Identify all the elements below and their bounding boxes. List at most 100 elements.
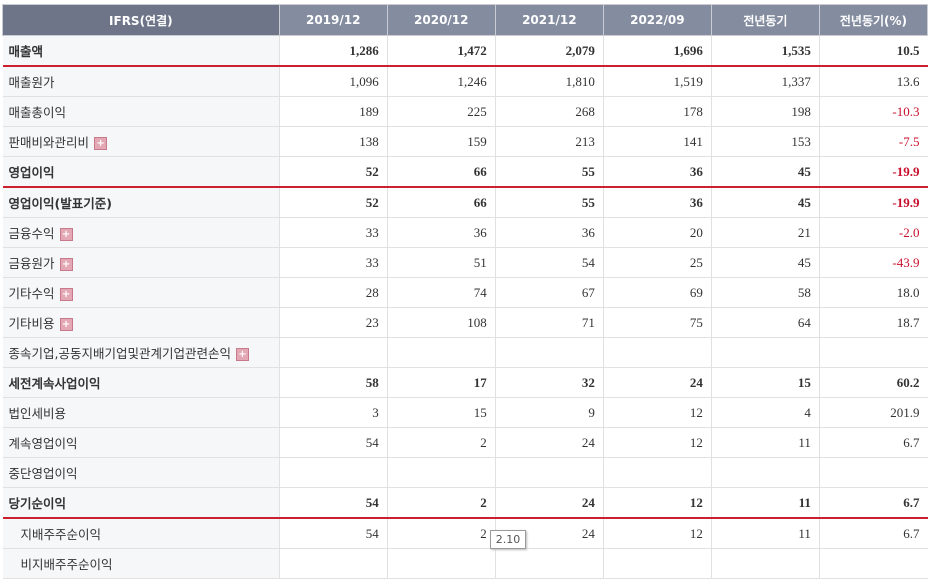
value-cell: 189 xyxy=(278,96,388,127)
value-cell: 33 xyxy=(278,217,388,248)
row-label-text: 세전계속사업이익 xyxy=(8,376,101,391)
header-col-2020-12: 2020/12 xyxy=(386,4,496,36)
value-cell xyxy=(602,548,712,579)
table-row: 금융원가 +33 51 54 25 45 -43.9 xyxy=(2,247,928,278)
value-cell: 213 xyxy=(494,126,604,157)
table-row: 기타수익 +28 74 67 69 58 18.0 xyxy=(2,277,928,308)
value-cell: 2 xyxy=(386,487,496,519)
value-cell: 45 xyxy=(710,187,820,218)
value-cell: -10.3 xyxy=(818,96,928,127)
value-cell xyxy=(494,337,604,368)
value-cell: 33 xyxy=(278,247,388,278)
table-row: 법인세비용 3 15 9 12 4 201.9 xyxy=(2,397,928,428)
row-label: 매출액 xyxy=(2,35,280,67)
row-label: 중단영업이익 xyxy=(2,457,280,488)
value-cell: 36 xyxy=(602,156,712,188)
value-cell xyxy=(386,337,496,368)
expand-plus-icon[interactable]: + xyxy=(59,318,73,331)
value-cell: 2,079 xyxy=(494,35,604,67)
value-cell: 11 xyxy=(710,427,820,458)
value-cell: 11 xyxy=(710,518,820,549)
table-row: 기타비용 +23 108 71 75 64 18.7 xyxy=(2,307,928,338)
value-cell: -19.9 xyxy=(818,187,928,218)
value-cell: 71 xyxy=(494,307,604,338)
value-cell: 201.9 xyxy=(818,397,928,428)
value-cell: 54 xyxy=(278,518,388,549)
value-cell xyxy=(386,548,496,579)
table-row: 지배주주순이익 54 2 24 12 11 6.7 xyxy=(2,518,928,549)
value-cell xyxy=(710,457,820,488)
expand-plus-icon[interactable]: + xyxy=(59,228,73,241)
value-cell: 55 xyxy=(494,187,604,218)
value-cell: -7.5 xyxy=(818,126,928,157)
row-label-text: 기타수익 xyxy=(8,286,55,301)
value-cell: -2.0 xyxy=(818,217,928,248)
expand-plus-icon[interactable]: + xyxy=(235,348,249,361)
row-label-text: 영업이익(발표기준) xyxy=(8,196,112,211)
row-label-text: 중단영업이익 xyxy=(8,466,78,481)
value-cell: 198 xyxy=(710,96,820,127)
value-cell: 11 xyxy=(710,487,820,519)
expand-plus-icon[interactable]: + xyxy=(94,137,108,150)
value-cell: 6.7 xyxy=(818,487,928,519)
row-label: 영업이익 xyxy=(2,156,280,188)
value-cell xyxy=(818,457,928,488)
value-cell: 69 xyxy=(602,277,712,308)
value-cell: 20 xyxy=(602,217,712,248)
value-cell: 3 xyxy=(278,397,388,428)
value-cell: 1,246 xyxy=(386,66,496,97)
value-cell xyxy=(818,548,928,579)
value-cell: 67 xyxy=(494,277,604,308)
value-cell: 24 xyxy=(494,427,604,458)
value-cell: 54 xyxy=(278,427,388,458)
value-cell xyxy=(278,548,388,579)
table-row: 세전계속사업이익 58 17 32 24 15 60.2 xyxy=(2,367,928,398)
table-row: 종속기업,공동지배기업및관계기업관련손익 + xyxy=(2,337,928,368)
value-cell: 36 xyxy=(602,187,712,218)
value-cell: 52 xyxy=(278,187,388,218)
row-label: 매출원가 xyxy=(2,66,280,97)
value-cell: 55 xyxy=(494,156,604,188)
value-cell: 23 xyxy=(278,307,388,338)
value-cell: 66 xyxy=(386,187,496,218)
value-cell: 28 xyxy=(278,277,388,308)
value-cell: 60.2 xyxy=(818,367,928,398)
value-tooltip: 2.10 xyxy=(490,530,526,549)
table-row: 비지배주주순이익 xyxy=(2,548,928,579)
value-cell: 36 xyxy=(386,217,496,248)
row-label: 세전계속사업이익 xyxy=(2,367,280,398)
row-label-text: 계속영업이익 xyxy=(8,436,78,451)
financial-table: IFRS(연결) 2019/12 2020/12 2021/12 2022/09… xyxy=(2,4,929,579)
expand-plus-icon[interactable]: + xyxy=(59,258,73,271)
table-row: 계속영업이익 54 2 24 12 11 6.7 xyxy=(2,427,928,458)
value-cell xyxy=(386,457,496,488)
value-cell xyxy=(494,457,604,488)
table-row: 매출액 1,286 1,472 2,079 1,696 1,535 10.5 xyxy=(2,35,928,67)
value-cell: 1,096 xyxy=(278,66,388,97)
value-cell: 9 xyxy=(494,397,604,428)
value-cell: 24 xyxy=(494,487,604,519)
table-row: 매출총이익 189 225 268 178 198 -10.3 xyxy=(2,96,928,127)
row-label: 기타비용 + xyxy=(2,307,280,338)
table-row: 영업이익 52 66 55 36 45 -19.9 xyxy=(2,156,928,188)
header-col-prev-period: 전년동기 xyxy=(710,4,820,36)
header-col-prev-period-pct: 전년동기(%) xyxy=(818,4,929,36)
value-cell: 178 xyxy=(602,96,712,127)
value-cell: -43.9 xyxy=(818,247,928,278)
value-cell xyxy=(710,337,820,368)
value-cell: 45 xyxy=(710,156,820,188)
table-row: 판매비와관리비 +138 159 213 141 153 -7.5 xyxy=(2,126,928,157)
table-row: 중단영업이익 xyxy=(2,457,928,488)
header-row: IFRS(연결) 2019/12 2020/12 2021/12 2022/09… xyxy=(2,4,929,36)
value-cell: 1,696 xyxy=(602,35,712,67)
header-label-col: IFRS(연결) xyxy=(2,4,280,36)
value-cell: 13.6 xyxy=(818,66,928,97)
table-row: 당기순이익 54 2 24 12 11 6.7 xyxy=(2,487,928,519)
value-cell: 51 xyxy=(386,247,496,278)
value-cell: 6.7 xyxy=(818,518,928,549)
value-cell: 21 xyxy=(710,217,820,248)
value-cell: 108 xyxy=(386,307,496,338)
expand-plus-icon[interactable]: + xyxy=(59,288,73,301)
value-cell: 25 xyxy=(602,247,712,278)
value-cell: 75 xyxy=(602,307,712,338)
